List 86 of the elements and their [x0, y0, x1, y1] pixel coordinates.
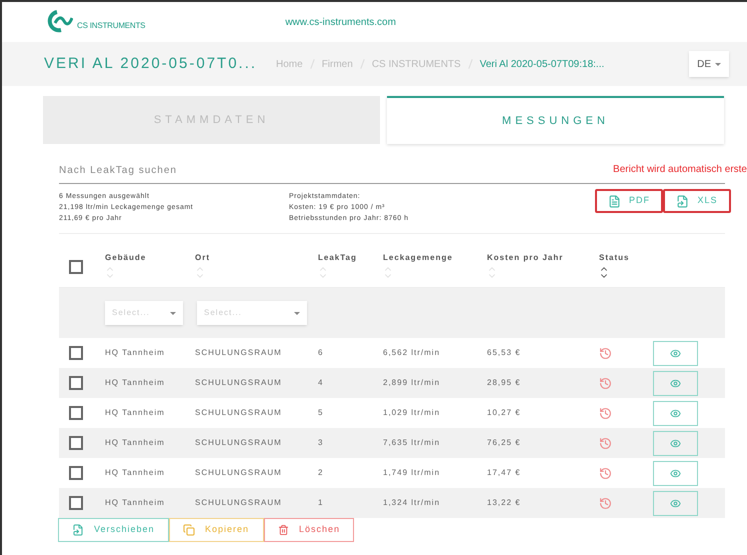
- history-icon[interactable]: [599, 376, 612, 390]
- table-cell-text: HQ Tannheim: [105, 377, 166, 389]
- eye-icon: [670, 438, 681, 448]
- table-cell-text: SCHULUNGSRAUM: [195, 347, 283, 359]
- export-button[interactable]: XLS: [663, 189, 731, 213]
- table-cell-text: HQ Tannheim: [105, 467, 166, 479]
- table-cell-text: 3: [318, 437, 324, 449]
- table-cell-text: 17,47 €: [487, 467, 522, 479]
- history-icon[interactable]: [599, 496, 612, 510]
- view-button[interactable]: [653, 460, 698, 486]
- column-header: Status: [599, 252, 630, 264]
- table-cell-text: HQ Tannheim: [105, 347, 166, 359]
- table-cell-text: SCHULUNGSRAUM: [195, 377, 283, 389]
- eye-icon: [670, 468, 681, 478]
- logo-text: CS INSTRUMENTS: [77, 20, 146, 32]
- breadcrumb-link[interactable]: CS INSTRUMENTS: [372, 56, 461, 72]
- page-title: VERI AL 2020-05-07T0...: [44, 54, 258, 74]
- checkbox[interactable]: [69, 436, 83, 450]
- table-cell-text: 1: [318, 497, 324, 509]
- column-header: Gebäude: [105, 252, 148, 264]
- table-cell-text: 1,749 ltr/min: [383, 467, 442, 479]
- logo-icon: [47, 10, 73, 34]
- move-icon: [72, 524, 84, 536]
- table-cell-text: SCHULUNGSRAUM: [195, 437, 283, 449]
- table-cell-text: 2,899 ltr/min: [383, 377, 442, 389]
- table-cell-text: 7,635 ltr/min: [383, 437, 442, 449]
- checkbox[interactable]: [69, 406, 83, 420]
- checkbox[interactable]: [69, 466, 83, 480]
- action-button[interactable]: Kopieren: [169, 518, 264, 542]
- view-button[interactable]: [653, 430, 698, 456]
- view-button[interactable]: [653, 340, 698, 366]
- eye-icon: [670, 498, 681, 508]
- table-cell-text: SCHULUNGSRAUM: [195, 407, 283, 419]
- copy-icon: [183, 524, 195, 536]
- eye-icon: [670, 348, 681, 358]
- caret-icon: [715, 62, 721, 66]
- table-cell-text: HQ Tannheim: [105, 407, 166, 419]
- document-icon: [608, 194, 621, 208]
- history-icon[interactable]: [599, 346, 612, 360]
- website-link[interactable]: www.cs-instruments.com: [285, 14, 396, 30]
- trash-icon: [278, 524, 289, 536]
- table-cell-text: 13,22 €: [487, 497, 522, 509]
- table-cell-text: 2: [318, 467, 324, 479]
- column-header: Ort: [195, 252, 211, 264]
- table-cell-text: SCHULUNGSRAUM: [195, 497, 283, 509]
- caret-icon: [294, 312, 300, 314]
- column-header: Kosten pro Jahr: [487, 252, 564, 264]
- breadcrumb-link[interactable]: Veri Al 2020-05-07T09:18:...: [480, 56, 604, 72]
- view-button[interactable]: [653, 370, 698, 396]
- history-icon[interactable]: [599, 466, 612, 480]
- column-header: LeakTag: [318, 252, 358, 264]
- search-field[interactable]: Nach LeakTag suchen: [59, 163, 559, 183]
- tab[interactable]: MESSUNGEN: [387, 96, 724, 144]
- table-cell-text: 6,562 ltr/min: [383, 347, 442, 359]
- breadcrumb-link[interactable]: Firmen: [322, 56, 353, 72]
- table-cell-text: 28,95 €: [487, 377, 522, 389]
- table-cell-text: HQ Tannheim: [105, 437, 166, 449]
- file-arrow-icon: [676, 194, 690, 208]
- column-header: Leckagemenge: [383, 252, 454, 264]
- checkbox[interactable]: [69, 260, 83, 274]
- checkbox[interactable]: [69, 496, 83, 510]
- eye-icon: [670, 408, 681, 418]
- caret-icon: [170, 312, 176, 314]
- action-button[interactable]: Löschen: [264, 518, 354, 542]
- auto-report-notice: Bericht wird automatisch erste: [613, 163, 747, 177]
- table-cell-text: SCHULUNGSRAUM: [195, 467, 283, 479]
- export-button[interactable]: PDF: [595, 189, 663, 213]
- eye-icon: [670, 378, 681, 388]
- checkbox[interactable]: [69, 376, 83, 390]
- table-cell-text: 76,25 €: [487, 437, 522, 449]
- table-cell-text: HQ Tannheim: [105, 497, 166, 509]
- table-cell-text: 1,324 ltr/min: [383, 497, 442, 509]
- history-icon[interactable]: [599, 406, 612, 420]
- checkbox[interactable]: [69, 346, 83, 360]
- action-button[interactable]: Verschieben: [58, 518, 169, 542]
- view-button[interactable]: [653, 400, 698, 426]
- view-button[interactable]: [653, 490, 698, 516]
- table-cell-text: 5: [318, 407, 324, 419]
- table-cell-text: 65,53 €: [487, 347, 522, 359]
- history-icon[interactable]: [599, 436, 612, 450]
- table-cell-text: 10,27 €: [487, 407, 522, 419]
- language-dropdown[interactable]: DE: [689, 51, 729, 77]
- breadcrumb-link[interactable]: Home: [276, 56, 303, 72]
- table-cell-text: 6: [318, 347, 324, 359]
- table-cell-text: 4: [318, 377, 324, 389]
- table-cell-text: 1,029 ltr/min: [383, 407, 442, 419]
